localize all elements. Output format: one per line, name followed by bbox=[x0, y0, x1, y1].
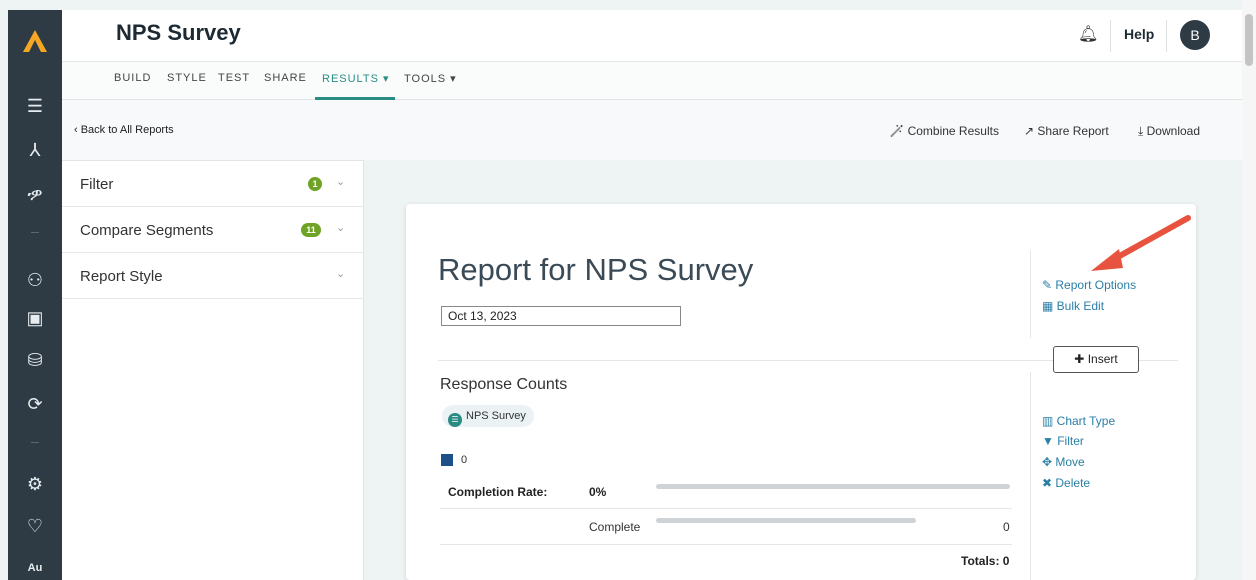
list-icon: ☰ bbox=[448, 413, 462, 427]
table-row-divider bbox=[440, 544, 1012, 545]
question-title: Response Counts bbox=[440, 376, 568, 393]
back-to-reports-link[interactable]: ‹ Back to All Reports bbox=[74, 124, 174, 136]
notification-bell-icon[interactable]: 🔔︎ bbox=[1078, 24, 1098, 44]
download-button[interactable]: ⤓ Download bbox=[1138, 124, 1200, 139]
header-divider bbox=[1110, 20, 1111, 52]
scrollbar-thumb[interactable] bbox=[1245, 14, 1253, 66]
delete-link[interactable]: ✖ Delete bbox=[1042, 476, 1090, 490]
completion-rate-bar bbox=[656, 484, 1010, 489]
options-divider bbox=[1030, 250, 1031, 338]
funnel-icon: ▼ bbox=[1042, 434, 1058, 448]
help-link[interactable]: Help bbox=[1124, 26, 1154, 42]
report-options-link[interactable]: ✎ Report Options bbox=[1042, 278, 1136, 292]
tab-tools[interactable]: TOOLS ▾ bbox=[404, 72, 457, 85]
tab-test[interactable]: TEST bbox=[218, 72, 250, 84]
completion-rate-value: 0% bbox=[589, 485, 607, 499]
filter-accordion[interactable]: Filter 1 ⌄ bbox=[62, 161, 364, 207]
legend-label: 0 bbox=[461, 454, 468, 466]
bar-chart-icon: ▥ bbox=[1042, 414, 1057, 428]
filter-count-badge: 1 bbox=[308, 177, 322, 191]
filter-label: Filter bbox=[80, 176, 114, 193]
workflow-icon[interactable]: ⅄ bbox=[23, 138, 47, 162]
compare-segments-label: Compare Segments bbox=[80, 222, 214, 239]
user-avatar[interactable]: B bbox=[1180, 20, 1210, 50]
heart-icon[interactable]: ♡ bbox=[23, 514, 47, 538]
chevron-down-icon: ⌄ bbox=[336, 268, 346, 280]
report-style-accordion[interactable]: Report Style ⌄ bbox=[62, 253, 364, 299]
settings-gear-icon[interactable]: ⚙ bbox=[23, 472, 47, 496]
complete-count: 0 bbox=[1003, 520, 1010, 534]
report-date-field[interactable] bbox=[441, 306, 681, 326]
rail-divider bbox=[31, 442, 39, 443]
media-library-icon[interactable]: ▣ bbox=[23, 306, 47, 330]
download-icon: ⤓ bbox=[1138, 124, 1147, 138]
app-logo-icon[interactable] bbox=[22, 28, 48, 54]
sync-icon[interactable]: ⟳ bbox=[23, 392, 47, 416]
compare-segments-accordion[interactable]: Compare Segments 11 ⌄ bbox=[62, 207, 364, 253]
tab-style[interactable]: STYLE bbox=[167, 72, 207, 84]
magic-wand-icon: 🪄︎ bbox=[889, 124, 908, 138]
table-icon: ▦ bbox=[1042, 299, 1057, 313]
options-divider bbox=[1030, 372, 1031, 580]
close-icon: ✖ bbox=[1042, 476, 1056, 490]
complete-label: Complete bbox=[589, 520, 641, 534]
move-link[interactable]: ✥ Move bbox=[1042, 455, 1085, 469]
header-divider bbox=[1166, 20, 1167, 52]
report-settings-panel: Filter 1 ⌄ Compare Segments 11 ⌄ Report … bbox=[62, 160, 364, 580]
insert-button[interactable]: ✚ Insert bbox=[1053, 346, 1139, 373]
integrations-icon[interactable]: ዏ bbox=[23, 182, 47, 206]
question-filter-link[interactable]: ▼ Filter bbox=[1042, 434, 1084, 448]
pencil-icon: ✎ bbox=[1042, 278, 1056, 292]
plus-icon: ✚ bbox=[1074, 352, 1088, 366]
rail-divider bbox=[31, 232, 39, 233]
share-icon: ↗ bbox=[1024, 124, 1038, 138]
report-card: Report for NPS Survey ✎ Report Options ▦… bbox=[406, 204, 1196, 580]
page-scrollbar[interactable] bbox=[1242, 0, 1256, 580]
left-rail: ☰ ⅄ ዏ ⚇ ▣ ⛁ ⟳ › ⚙ ♡ Au bbox=[8, 10, 80, 580]
complete-bar bbox=[656, 518, 916, 523]
chevron-down-icon: ⌄ bbox=[336, 222, 346, 234]
chevron-down-icon: ⌄ bbox=[336, 176, 346, 188]
tab-share[interactable]: SHARE bbox=[264, 72, 307, 84]
database-icon[interactable]: ⛁ bbox=[23, 348, 47, 372]
annotation-arrow-icon bbox=[1091, 215, 1191, 271]
surveys-list-icon[interactable]: ☰ bbox=[23, 94, 47, 118]
segments-count-badge: 11 bbox=[301, 223, 321, 237]
completion-rate-label: Completion Rate: bbox=[448, 485, 548, 499]
legend-swatch bbox=[441, 454, 453, 466]
top-header: NPS Survey 🔔︎ Help B bbox=[62, 10, 1242, 62]
tab-build[interactable]: BUILD bbox=[114, 72, 151, 84]
tab-results[interactable]: RESULTS ▾ bbox=[322, 72, 390, 85]
report-style-label: Report Style bbox=[80, 268, 163, 285]
share-report-button[interactable]: ↗ Share Report bbox=[1024, 124, 1109, 138]
report-title: Report for NPS Survey bbox=[438, 252, 754, 287]
report-action-bar: ‹ Back to All Reports 🪄︎ Combine Results… bbox=[62, 100, 1242, 160]
totals-value: Totals: 0 bbox=[961, 554, 1010, 568]
page-title: NPS Survey bbox=[116, 20, 241, 45]
move-arrows-icon: ✥ bbox=[1042, 455, 1056, 469]
chart-type-link[interactable]: ▥ Chart Type bbox=[1042, 414, 1115, 428]
survey-nav-tabs: BUILD STYLE TEST SHARE RESULTS ▾ TOOLS ▾ bbox=[62, 62, 1242, 100]
table-row-divider bbox=[440, 508, 1012, 509]
bulk-edit-link[interactable]: ▦ Bulk Edit bbox=[1042, 299, 1104, 313]
contacts-icon[interactable]: ⚇ bbox=[23, 268, 47, 292]
survey-tag: ☰ NPS Survey bbox=[442, 405, 534, 427]
combine-results-button[interactable]: 🪄︎ Combine Results bbox=[889, 124, 999, 138]
accessibility-icon[interactable]: Au bbox=[23, 556, 47, 580]
